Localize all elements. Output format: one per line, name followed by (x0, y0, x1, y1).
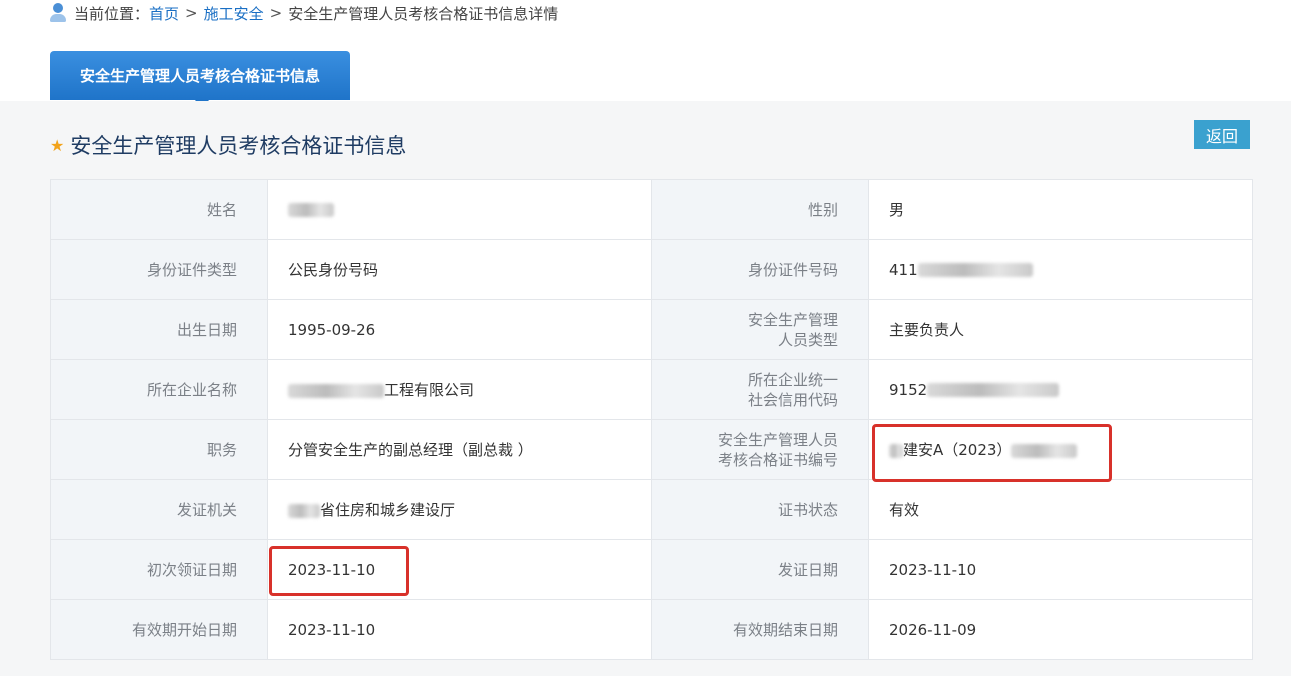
id-number-text: 411 (889, 260, 918, 279)
redacted-cert-suffix (1011, 443, 1078, 458)
certificate-number-value: 建安A（2023） (868, 419, 1253, 480)
position-value: 分管安全生产的副总经理（副总裁 ） (267, 419, 652, 480)
birth-date-value: 1995-09-26 (267, 299, 652, 360)
valid-start-date-value: 2023-11-10 (267, 599, 652, 660)
name-label: 姓名 (50, 179, 268, 240)
valid-end-date-value: 2026-11-09 (868, 599, 1253, 660)
breadcrumb-separator: > (185, 4, 198, 22)
manager-type-value: 主要负责人 (868, 299, 1253, 360)
first-issue-date-label: 初次领证日期 (50, 539, 268, 600)
name-value (267, 179, 652, 240)
location-user-icon (48, 2, 68, 24)
certificate-info-table: 姓名 性别 男 身份证件类型 公民身份号码 身份证件号码 411 出生日期 19… (50, 179, 1253, 660)
tab-label: 安全生产管理人员考核合格证书信息 (79, 67, 320, 85)
certificate-number-label: 安全生产管理人员 考核合格证书编号 (651, 419, 869, 480)
first-issue-date-value: 2023-11-10 (267, 539, 652, 600)
credit-code-value: 9152 (868, 359, 1253, 420)
table-row: 姓名 性别 男 (50, 179, 1253, 240)
valid-start-date-label: 有效期开始日期 (50, 599, 268, 660)
section-title: ★ 安全生产管理人员考核合格证书信息 (50, 130, 406, 160)
issue-date-label: 发证日期 (651, 539, 869, 600)
position-label: 职务 (50, 419, 268, 480)
manager-type-label-line1: 安全生产管理 (747, 310, 838, 329)
tab-certificate-info[interactable]: 安全生产管理人员考核合格证书信息 (50, 51, 350, 108)
certificate-status-label: 证书状态 (651, 479, 869, 540)
section-title-text: 安全生产管理人员考核合格证书信息 (70, 134, 407, 158)
id-type-label: 身份证件类型 (50, 239, 268, 300)
star-icon: ★ (50, 135, 65, 155)
table-row: 初次领证日期 2023-11-10 发证日期 2023-11-10 (50, 539, 1253, 600)
certificate-number-text: 建安A（2023） (903, 441, 1012, 459)
manager-type-label-line2: 人员类型 (777, 330, 838, 349)
company-name-label: 所在企业名称 (50, 359, 268, 420)
credit-code-label: 所在企业统一 社会信用代码 (651, 359, 869, 420)
redacted-name (288, 203, 334, 217)
id-number-label: 身份证件号码 (651, 239, 869, 300)
redacted-cert-prefix (889, 443, 903, 458)
issuer-label: 发证机关 (50, 479, 268, 540)
certificate-number-label-line1: 安全生产管理人员 (717, 430, 838, 449)
id-number-value: 411 (868, 239, 1253, 300)
issue-date-value: 2023-11-10 (868, 539, 1253, 600)
issuer-value: 省住房和城乡建设厅 (267, 479, 652, 540)
gender-label: 性别 (651, 179, 869, 240)
table-row: 职务 分管安全生产的副总经理（副总裁 ） 安全生产管理人员 考核合格证书编号 建安… (50, 419, 1253, 480)
issuer-text: 省住房和城乡建设厅 (320, 501, 456, 519)
breadcrumb-separator: > (269, 4, 283, 22)
table-row: 身份证件类型 公民身份号码 身份证件号码 411 (50, 239, 1253, 300)
breadcrumb: 当前位置： 首页 > 施工安全 > 安全生产管理人员考核合格证书信息详情 (48, 2, 558, 24)
table-row: 有效期开始日期 2023-11-10 有效期结束日期 2026-11-09 (50, 599, 1253, 660)
gender-value: 男 (868, 179, 1253, 240)
breadcrumb-section-link[interactable]: 施工安全 (204, 3, 264, 24)
back-button[interactable]: 返回 (1194, 120, 1250, 149)
id-type-value: 公民身份号码 (267, 239, 652, 300)
redacted-id-number (917, 263, 1033, 277)
manager-type-label: 安全生产管理 人员类型 (651, 299, 869, 360)
tab-bar: 安全生产管理人员考核合格证书信息 (0, 50, 1291, 108)
table-row: 所在企业名称 工程有限公司 所在企业统一 社会信用代码 9152 (50, 359, 1253, 420)
table-row: 发证机关 省住房和城乡建设厅 证书状态 有效 (50, 479, 1253, 540)
table-row: 出生日期 1995-09-26 安全生产管理 人员类型 主要负责人 (50, 299, 1253, 360)
credit-code-label-line2: 社会信用代码 (747, 390, 838, 409)
certificate-number-label-line2: 考核合格证书编号 (717, 450, 838, 469)
credit-code-label-line1: 所在企业统一 (747, 370, 838, 389)
redacted-company-name (288, 383, 384, 398)
credit-code-text: 9152 (889, 380, 928, 399)
breadcrumb-home-link[interactable]: 首页 (149, 3, 179, 24)
company-name-text: 工程有限公司 (384, 381, 475, 399)
redacted-province (288, 503, 320, 518)
breadcrumb-current: 安全生产管理人员考核合格证书信息详情 (288, 4, 559, 23)
certificate-status-value: 有效 (868, 479, 1253, 540)
breadcrumb-prefix: 当前位置： (74, 4, 150, 23)
redacted-credit-code (927, 383, 1060, 397)
company-name-value: 工程有限公司 (267, 359, 652, 420)
valid-end-date-label: 有效期结束日期 (651, 599, 869, 660)
birth-date-label: 出生日期 (50, 299, 268, 360)
